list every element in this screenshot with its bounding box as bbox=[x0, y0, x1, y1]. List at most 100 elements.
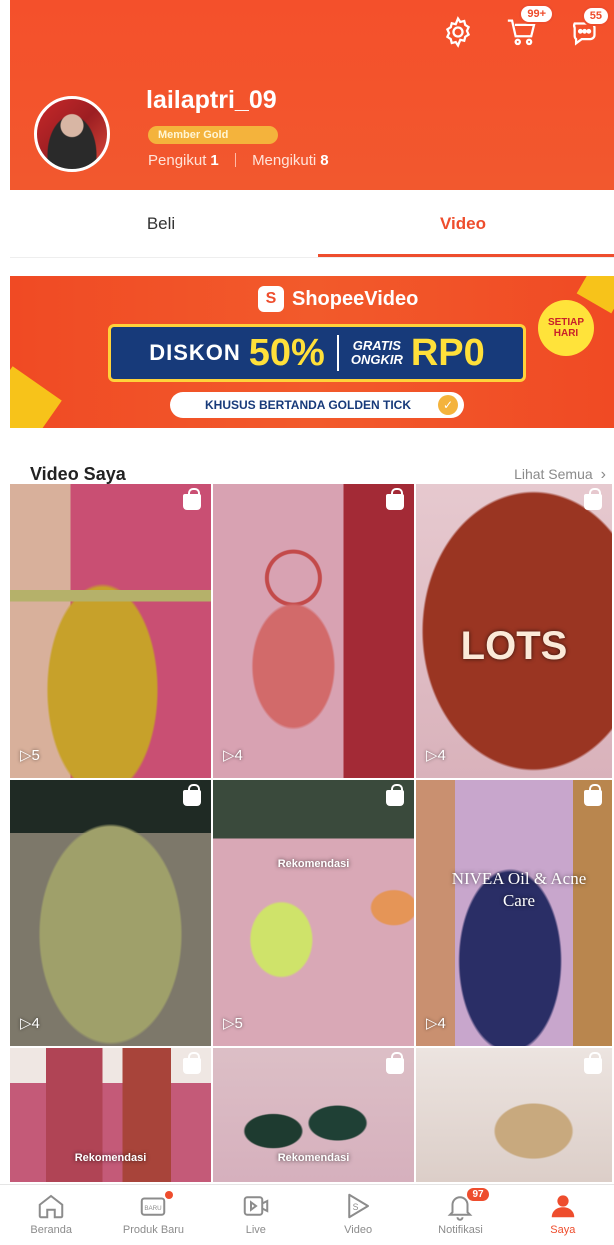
nav-produk-baru[interactable]: BARU Produk Baru bbox=[102, 1185, 204, 1245]
play-count: ▷4 bbox=[223, 747, 243, 764]
following-link[interactable]: Mengikuti 8 bbox=[252, 152, 329, 169]
nav-saya[interactable]: Saya bbox=[512, 1185, 614, 1245]
settings-button[interactable] bbox=[438, 12, 478, 52]
followers-label: Pengikut bbox=[148, 152, 207, 169]
followers-count: 1 bbox=[210, 152, 219, 169]
username: lailaptri_09 bbox=[146, 86, 277, 114]
nav-notifikasi[interactable]: 97 Notifikasi bbox=[409, 1185, 511, 1245]
play-count-value: 5 bbox=[31, 747, 40, 764]
video-overlay-text: NIVEA Oil & Acne Care bbox=[451, 869, 587, 910]
profile-header: 99+ 55 lailaptri_09 Member Gold Pengikut… bbox=[10, 0, 614, 190]
profile-page: 99+ 55 lailaptri_09 Member Gold Pengikut… bbox=[0, 0, 614, 1245]
promo-rp0: RP0 bbox=[410, 331, 485, 374]
promo-banner[interactable]: S ShopeeVideo DISKON 50% GRATIS ONGKIR R… bbox=[10, 270, 614, 430]
cart-badge: 99+ bbox=[519, 4, 554, 24]
chevron-right-icon: › bbox=[600, 466, 606, 483]
promo-ongkir: ONGKIR bbox=[350, 352, 403, 367]
play-count-value: 4 bbox=[437, 747, 446, 764]
nav-label: Saya bbox=[550, 1224, 576, 1236]
chat-badge: 55 bbox=[581, 6, 610, 26]
play-count: ▷4 bbox=[426, 1015, 446, 1032]
cart-button[interactable]: 99+ bbox=[502, 4, 554, 52]
svg-text:BARU: BARU bbox=[145, 1205, 163, 1212]
hari-text: HARI bbox=[553, 328, 579, 339]
golden-tick-note: KHUSUS BERTANDA GOLDEN TICK ✓ bbox=[170, 392, 464, 418]
divider bbox=[234, 153, 236, 167]
video-thumbnail[interactable]: ▷4 bbox=[10, 780, 213, 1048]
tab-video[interactable]: Video bbox=[312, 190, 614, 257]
play-count-value: 4 bbox=[437, 1015, 446, 1032]
play-count: ▷5 bbox=[223, 1015, 243, 1032]
video-overlay-text: Rekomendasi bbox=[277, 1152, 350, 1164]
video-thumbnail[interactable]: Rekomendasi bbox=[10, 1048, 213, 1184]
promo-gratis: GRATIS bbox=[352, 338, 401, 353]
following-label: Mengikuti bbox=[252, 152, 317, 169]
promo-box: DISKON 50% GRATIS ONGKIR RP0 bbox=[108, 324, 526, 382]
check-badge-icon: ✓ bbox=[438, 395, 458, 415]
live-icon bbox=[243, 1196, 269, 1216]
follow-stats: Pengikut 1 Mengikuti 8 bbox=[148, 152, 329, 169]
nav-label: Video bbox=[344, 1224, 373, 1236]
banner-image: S ShopeeVideo DISKON 50% GRATIS ONGKIR R… bbox=[10, 276, 614, 428]
notification-badge: 97 bbox=[466, 1187, 490, 1202]
header-actions: 99+ 55 bbox=[438, 4, 610, 52]
shopping-bag-icon bbox=[386, 784, 404, 806]
nav-label: Live bbox=[245, 1224, 266, 1236]
nav-video[interactable]: S Video bbox=[307, 1185, 409, 1245]
setiap-text: SETIAP bbox=[547, 317, 585, 328]
video-thumbnail[interactable]: NIVEA Oil & Acne Care ▷4 bbox=[416, 780, 614, 1048]
video-overlay-text: LOTS bbox=[460, 624, 568, 668]
shopee-logo-icon: S bbox=[258, 286, 284, 312]
video-overlay-text: Rekomendasi bbox=[277, 858, 350, 870]
home-icon bbox=[38, 1194, 64, 1219]
tab-beli[interactable]: Beli bbox=[10, 190, 312, 257]
video-thumbnail[interactable] bbox=[416, 1048, 614, 1184]
profile-tabs: Beli Video bbox=[10, 190, 614, 258]
video-thumbnail[interactable]: ▷5 bbox=[10, 484, 213, 780]
brand-text: ShopeeVideo bbox=[292, 287, 419, 310]
promo-gratis-ongkir: GRATIS ONGKIR bbox=[351, 339, 403, 367]
video-thumbnail[interactable]: LOTS ▷4 bbox=[416, 484, 614, 780]
avatar[interactable] bbox=[34, 96, 110, 172]
play-count: ▷5 bbox=[20, 747, 40, 764]
bottom-navigation: Beranda BARU Produk Baru Live S Video 97… bbox=[0, 1184, 614, 1245]
shopping-bag-icon bbox=[386, 1052, 404, 1074]
nav-beranda[interactable]: Beranda bbox=[0, 1185, 102, 1245]
setiap-hari-badge: SETIAP HARI bbox=[538, 300, 594, 356]
play-count-value: 5 bbox=[234, 1015, 243, 1032]
shopping-bag-icon bbox=[386, 488, 404, 510]
svg-text:S: S bbox=[353, 1202, 359, 1212]
shopping-bag-icon bbox=[183, 784, 201, 806]
new-dot bbox=[165, 1191, 174, 1199]
new-product-icon: BARU bbox=[141, 1197, 166, 1216]
promo-percent: 50% bbox=[248, 331, 325, 374]
play-count-value: 4 bbox=[31, 1015, 40, 1032]
video-icon: S bbox=[348, 1193, 370, 1219]
video-thumbnail[interactable]: Rekomendasi ▷5 bbox=[213, 780, 416, 1048]
video-grid: ▷5 ▷4 LOTS ▷4 ▷4 Rekomendasi ▷5 NIVEA Oi… bbox=[10, 484, 614, 1184]
person-icon bbox=[551, 1195, 575, 1218]
shopping-bag-icon bbox=[584, 488, 602, 510]
promo-diskon: DISKON bbox=[149, 340, 241, 365]
section-title: Video Saya bbox=[30, 464, 126, 484]
shopping-bag-icon bbox=[183, 488, 201, 510]
following-count: 8 bbox=[320, 152, 329, 169]
play-count: ▷4 bbox=[20, 1015, 40, 1032]
video-thumbnail[interactable]: Rekomendasi bbox=[213, 1048, 416, 1184]
chat-button[interactable]: 55 bbox=[566, 6, 610, 52]
nav-label: Notifikasi bbox=[438, 1224, 483, 1236]
video-thumbnail[interactable]: ▷4 bbox=[213, 484, 416, 780]
video-overlay-text: Rekomendasi bbox=[74, 1152, 147, 1164]
followers-link[interactable]: Pengikut 1 bbox=[148, 152, 219, 169]
see-all-link[interactable]: Lihat Semua › bbox=[514, 466, 606, 484]
nav-live[interactable]: Live bbox=[205, 1185, 307, 1245]
shopping-bag-icon bbox=[183, 1052, 201, 1074]
member-badge[interactable]: Member Gold bbox=[148, 126, 278, 144]
promo-divider bbox=[336, 335, 339, 371]
play-count-value: 4 bbox=[234, 747, 243, 764]
shopping-bag-icon bbox=[584, 784, 602, 806]
nav-label: Produk Baru bbox=[122, 1224, 185, 1236]
shopee-video-brand: S ShopeeVideo bbox=[258, 286, 418, 312]
play-count: ▷4 bbox=[426, 747, 446, 764]
khusus-text: KHUSUS BERTANDA GOLDEN TICK bbox=[205, 398, 411, 412]
